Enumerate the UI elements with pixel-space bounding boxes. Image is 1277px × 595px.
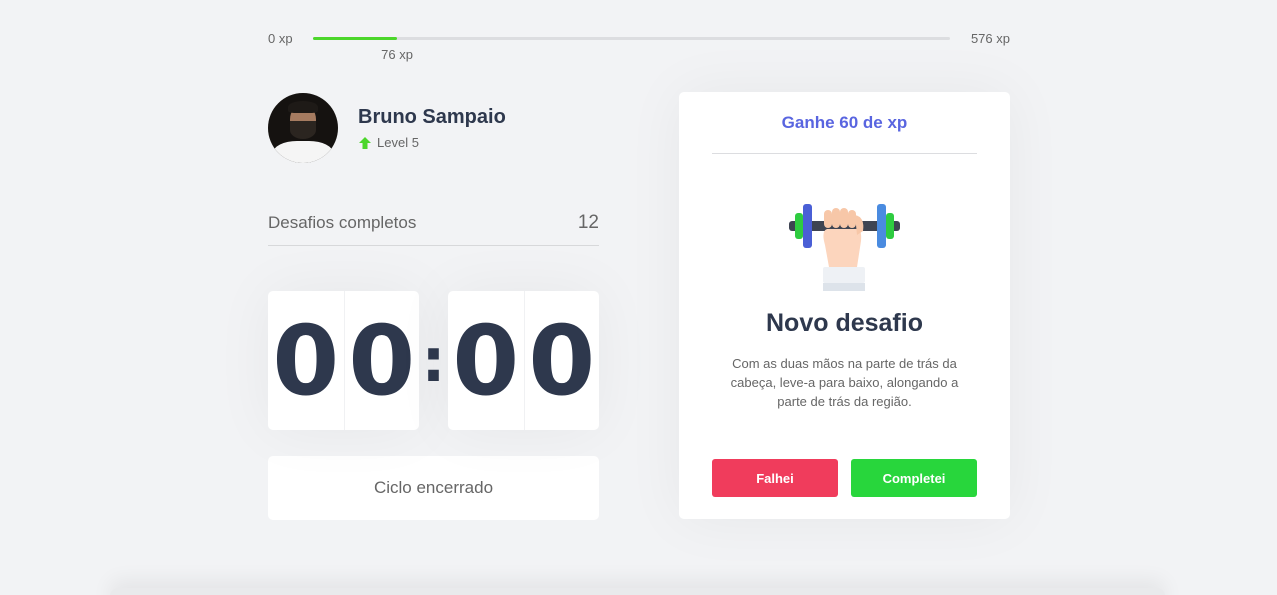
xp-fill bbox=[313, 37, 398, 40]
fail-button[interactable]: Falhei bbox=[712, 459, 838, 497]
xp-min-label: 0 xp bbox=[268, 31, 293, 46]
cycle-finished-button[interactable]: Ciclo encerrado bbox=[268, 456, 599, 520]
second-digit-left: 0 bbox=[452, 304, 520, 417]
profile: Bruno Sampaio Level 5 bbox=[268, 92, 599, 164]
minute-digit-left: 0 bbox=[272, 304, 340, 417]
xp-current-label: 76 xp bbox=[381, 47, 413, 62]
countdown-seconds: 0 0 bbox=[448, 291, 599, 430]
left-column: Bruno Sampaio Level 5 Desafios completos… bbox=[268, 92, 599, 520]
challenge-main: Novo desafio Com as duas mãos na parte d… bbox=[679, 201, 1010, 411]
challenge-actions: Falhei Completei bbox=[712, 459, 977, 497]
xp-track bbox=[313, 37, 950, 40]
xp-max-label: 576 xp bbox=[970, 31, 1010, 46]
dumbbell-hand-icon bbox=[789, 204, 900, 291]
challenge-card: Ganhe 60 de xp Novo desafio Com as duas … bbox=[679, 92, 1010, 519]
completed-challenges-label: Desafios completos bbox=[268, 212, 417, 232]
countdown-separator: : bbox=[421, 325, 446, 396]
completed-challenges: Desafios completos 12 bbox=[268, 200, 599, 246]
complete-button[interactable]: Completei bbox=[851, 459, 977, 497]
countdown-minutes: 0 0 bbox=[268, 291, 419, 430]
experience-bar: 0 xp 76 xp 576 xp bbox=[268, 0, 1010, 70]
level-up-arrow-icon bbox=[359, 136, 371, 149]
avatar bbox=[268, 93, 338, 163]
challenge-xp-header: Ganhe 60 de xp bbox=[712, 92, 977, 154]
profile-level: Level 5 bbox=[358, 135, 506, 150]
challenge-title: Novo desafio bbox=[766, 309, 923, 337]
second-digit-right: 0 bbox=[523, 291, 600, 430]
completed-challenges-count: 12 bbox=[577, 211, 599, 233]
level-label: Level 5 bbox=[377, 135, 419, 150]
profile-name: Bruno Sampaio bbox=[358, 106, 506, 128]
countdown: 0 0 : 0 0 bbox=[268, 291, 599, 430]
challenge-description: Com as duas mãos na parte de trás da cab… bbox=[730, 356, 959, 409]
minute-digit-right: 0 bbox=[343, 291, 420, 430]
bottom-panel-edge bbox=[110, 588, 1165, 595]
